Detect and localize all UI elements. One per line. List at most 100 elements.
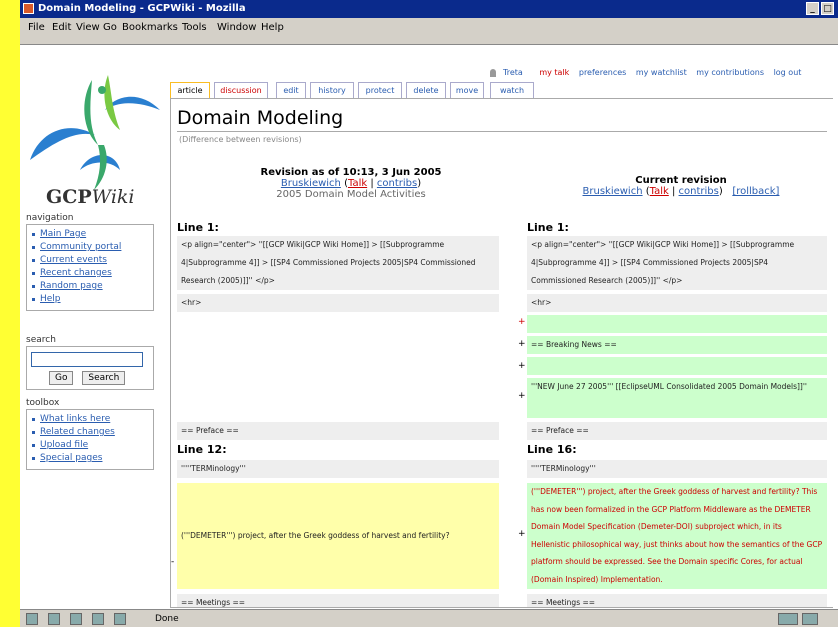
minimize-button[interactable]: _	[806, 2, 819, 15]
security-icon	[802, 613, 818, 625]
menu-window[interactable]: Window	[217, 22, 256, 33]
personal-my-watchlist[interactable]: my watchlist	[636, 68, 687, 77]
current-revision-title: Current revision	[635, 175, 727, 186]
old-revision-talk-link[interactable]: Talk	[348, 178, 367, 189]
diff-line-number-left: Line 1:	[177, 221, 219, 234]
diff-context-right: <hr>	[527, 294, 827, 312]
search-title: search	[26, 335, 154, 347]
content-area: Domain Modeling (Difference between revi…	[170, 98, 833, 608]
diff-line-number-right: Line 16:	[527, 443, 577, 456]
menu-file[interactable]: File	[28, 22, 45, 33]
search-button[interactable]: Search	[82, 371, 126, 385]
diff-context-left: == Preface ==	[177, 422, 499, 440]
old-revision-header: Revision as of 10:13, 3 Jun 2005 Bruskie…	[231, 167, 471, 200]
tab-history[interactable]: history	[310, 82, 354, 98]
diff-context-left: '''''TERMinology'''	[177, 460, 499, 478]
old-revision-contribs-link[interactable]: contribs	[377, 178, 417, 189]
search-input[interactable]	[31, 352, 143, 367]
diff-minus-marker: -	[171, 557, 175, 567]
personal-tools: Treta my talk preferences my watchlist m…	[490, 68, 808, 77]
diff-context-left: <hr>	[177, 294, 499, 312]
diff-added-line	[527, 315, 827, 333]
old-revision-user-link[interactable]: Bruskiewich	[281, 178, 341, 189]
personal-log-out[interactable]: log out	[774, 68, 802, 77]
toolbox-upload-file[interactable]: Upload file	[31, 439, 149, 452]
maximize-button[interactable]: □	[821, 2, 834, 15]
tab-protect[interactable]: protect	[358, 82, 402, 98]
toolbox-what-links-here[interactable]: What links here	[31, 413, 149, 426]
diff-plus-marker: +	[518, 361, 526, 371]
diff-deleted-line: ('''DEMETER''') project, after the Greek…	[177, 483, 499, 589]
chat-icon[interactable]	[114, 613, 126, 625]
diff-added-line: ('''DEMETER''') project, after the Greek…	[527, 483, 827, 589]
old-revision-close-paren: )	[417, 178, 422, 189]
tab-article[interactable]: article	[170, 82, 210, 98]
current-revision-separator: |	[668, 186, 679, 197]
composer-icon[interactable]	[70, 613, 82, 625]
tab-watch[interactable]: watch	[490, 82, 534, 98]
tab-edit[interactable]: edit	[276, 82, 306, 98]
tab-move[interactable]: move	[450, 82, 484, 98]
menu-tools[interactable]: Tools	[182, 22, 207, 33]
nav-main-page[interactable]: Main Page	[31, 228, 149, 241]
go-button[interactable]: Go	[49, 371, 74, 385]
page-title: Domain Modeling	[177, 107, 344, 129]
navigation-portlet: navigation Main Page Community portal Cu…	[26, 213, 154, 311]
current-revision-user-link[interactable]: Bruskiewich	[583, 186, 643, 197]
toolbox-related-changes[interactable]: Related changes	[31, 426, 149, 439]
current-revision-contribs-link[interactable]: contribs	[679, 186, 719, 197]
menu-bar: File Edit View Go Bookmarks Tools Window…	[20, 18, 838, 37]
personal-my-talk[interactable]: my talk	[539, 68, 569, 77]
connection-icon	[778, 613, 798, 625]
title-divider	[177, 131, 827, 132]
toolbox-title: toolbox	[26, 398, 154, 410]
window-title: Domain Modeling - GCPWiki - Mozilla	[38, 3, 246, 14]
mail-icon[interactable]	[48, 613, 60, 625]
diff-added-line: == Breaking News ==	[527, 336, 827, 354]
current-revision-header: Current revision Bruskiewich (Talk | con…	[541, 175, 821, 197]
nav-random-page[interactable]: Random page	[31, 280, 149, 293]
nav-current-events[interactable]: Current events	[31, 254, 149, 267]
diff-added-line: '''NEW June 27 2005''' [[EclipseUML Cons…	[527, 378, 827, 418]
old-revision-title: Revision as of 10:13, 3 Jun 2005	[260, 167, 442, 178]
navigation-title: navigation	[26, 213, 154, 225]
menu-go[interactable]: Go	[103, 22, 117, 33]
diff-line-number-right: Line 1:	[527, 221, 569, 234]
page-subtitle: (Difference between revisions)	[179, 135, 302, 144]
diff-context-left: == Meetings ==	[177, 594, 499, 607]
tab-discussion[interactable]: discussion	[214, 82, 268, 98]
user-icon	[490, 68, 496, 77]
old-revision-summary: 2005 Domain Model Activities	[276, 189, 426, 200]
status-text: Done	[155, 614, 179, 624]
diff-plus-marker: +	[518, 391, 526, 401]
diff-context-right: '''''TERMinology'''	[527, 460, 827, 478]
nav-community-portal[interactable]: Community portal	[31, 241, 149, 254]
navigator-icon[interactable]	[26, 613, 38, 625]
menu-bookmarks[interactable]: Bookmarks	[122, 22, 178, 33]
menu-edit[interactable]: Edit	[52, 22, 71, 33]
diff-line-number-left: Line 12:	[177, 443, 227, 456]
address-book-icon[interactable]	[92, 613, 104, 625]
personal-user[interactable]: Treta	[490, 68, 530, 77]
personal-preferences[interactable]: preferences	[579, 68, 626, 77]
title-bar: Domain Modeling - GCPWiki - Mozilla _ □	[20, 0, 838, 18]
mozilla-icon	[23, 3, 34, 14]
personal-my-contributions[interactable]: my contributions	[696, 68, 764, 77]
toolbox-special-pages[interactable]: Special pages	[31, 452, 149, 465]
toolbar-strip	[20, 37, 838, 45]
rollback-link[interactable]: [rollback]	[732, 186, 779, 197]
diff-plus-marker: +	[518, 529, 526, 539]
logo-text: GCPWiki	[46, 186, 135, 208]
browser-window: Domain Modeling - GCPWiki - Mozilla _ □ …	[20, 0, 838, 627]
menu-view[interactable]: View	[76, 22, 100, 33]
diff-context-left: <p align="center"> ''[[GCP Wiki|GCP Wiki…	[177, 236, 499, 290]
status-bar: Done	[20, 609, 838, 627]
nav-recent-changes[interactable]: Recent changes	[31, 267, 149, 280]
nav-help[interactable]: Help	[31, 293, 149, 306]
tab-delete[interactable]: delete	[406, 82, 446, 98]
diff-added-line	[527, 357, 827, 375]
menu-help[interactable]: Help	[261, 22, 284, 33]
search-portlet: search Go Search	[26, 335, 154, 390]
current-revision-talk-link[interactable]: Talk	[650, 186, 669, 197]
current-revision-close-paren: )	[718, 186, 723, 197]
